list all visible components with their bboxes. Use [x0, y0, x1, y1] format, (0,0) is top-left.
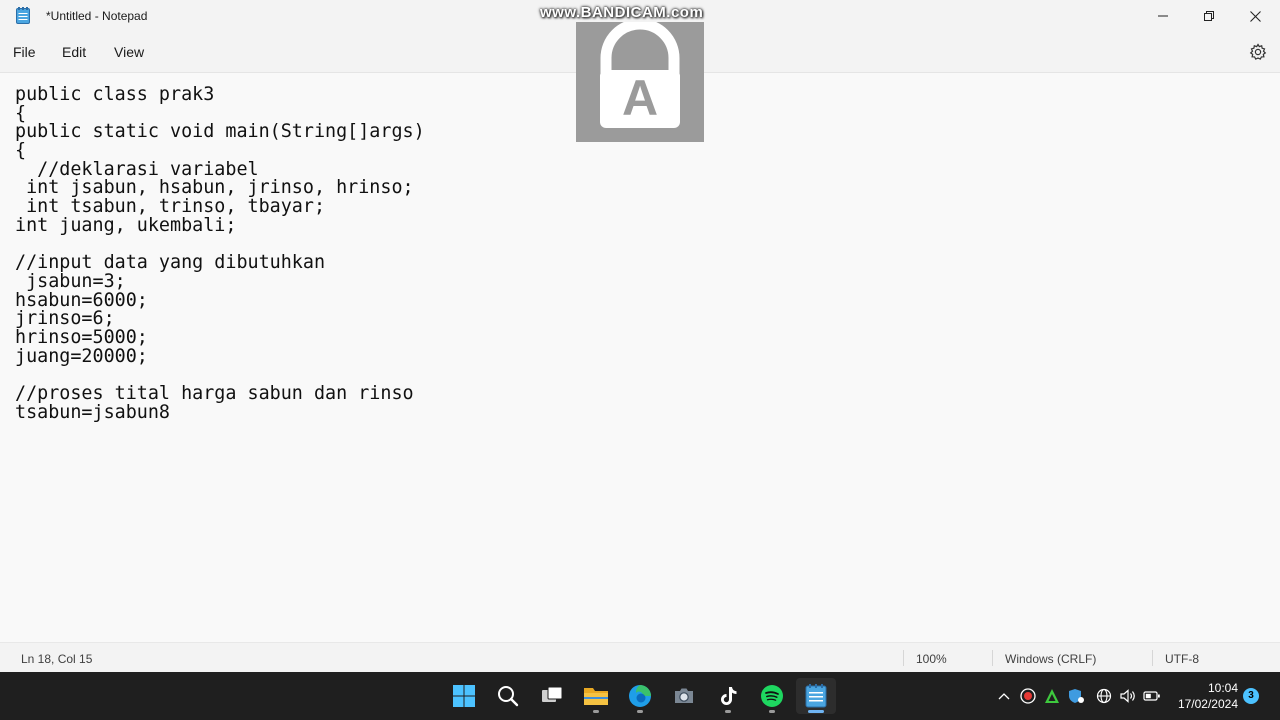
menu-file[interactable]: File	[13, 44, 36, 60]
start-button[interactable]	[444, 678, 484, 714]
editor-line: juang=20000;	[15, 345, 148, 367]
active-indicator	[808, 710, 824, 713]
camera-button[interactable]	[664, 678, 704, 714]
watermark-letter: A	[621, 70, 659, 126]
minimize-icon	[1158, 15, 1168, 17]
edge-button[interactable]	[620, 678, 660, 714]
status-divider	[903, 650, 904, 666]
clock[interactable]: 10:04 17/02/2024	[1178, 680, 1238, 712]
notification-badge[interactable]: 3	[1243, 688, 1259, 704]
record-icon	[1020, 688, 1036, 704]
clock-time: 10:04	[1207, 681, 1238, 695]
notepad-icon	[805, 684, 827, 708]
restore-button[interactable]	[1186, 0, 1232, 32]
close-button[interactable]	[1232, 0, 1278, 32]
menu-edit[interactable]: Edit	[62, 44, 86, 60]
recorder-watermark-text: www.BANDICAM.com	[540, 4, 704, 21]
notepad-app-icon	[16, 7, 30, 24]
recorder-watermark-logo: A	[576, 18, 704, 142]
window-title: *Untitled - Notepad	[46, 9, 148, 23]
cursor-position: Ln 18, Col 15	[21, 652, 93, 666]
editor-line: hrinso=5000;	[15, 326, 148, 348]
restore-icon	[1204, 11, 1214, 21]
network-tray-button[interactable]	[1094, 686, 1114, 706]
editor-line: jsabun=3;	[15, 270, 126, 292]
editor-line: int tsabun, trinso, tbayar;	[15, 196, 326, 218]
battery-icon	[1143, 691, 1160, 701]
record-tray-button[interactable]	[1018, 686, 1038, 706]
editor-line: tsabun=jsabun8	[15, 401, 171, 423]
show-hidden-icons-button[interactable]	[994, 686, 1014, 706]
volume-tray-button[interactable]	[1118, 686, 1138, 706]
editor-text[interactable]: public class prak3 {public static void ma…	[15, 84, 425, 423]
triangle-app-icon	[1045, 689, 1059, 703]
running-indicator	[637, 710, 643, 713]
notepad-taskbar-button[interactable]	[796, 678, 836, 714]
editor-line: //proses tital harga sabun dan rinso	[15, 383, 414, 404]
task-view-button[interactable]	[532, 678, 572, 714]
spotify-icon	[761, 685, 783, 707]
file-explorer-icon	[584, 688, 608, 705]
tiktok-button[interactable]	[708, 678, 748, 714]
line-ending[interactable]: Windows (CRLF)	[1005, 652, 1096, 666]
taskbar: 10:04 17/02/2024 3	[0, 672, 1280, 720]
nvidia-tray-button[interactable]	[1042, 686, 1062, 706]
chevron-up-icon	[998, 693, 1010, 700]
menu-view[interactable]: View	[114, 44, 144, 60]
battery-tray-button[interactable]	[1142, 686, 1162, 706]
running-indicator	[593, 710, 599, 713]
file-explorer-button[interactable]	[576, 678, 616, 714]
clock-date: 17/02/2024	[1177, 697, 1238, 711]
camera-icon	[675, 688, 693, 703]
encoding[interactable]: UTF-8	[1165, 652, 1199, 666]
editor-line: public class prak3	[15, 84, 215, 105]
running-indicator	[769, 710, 775, 713]
editor-line: int juang, ukembali;	[15, 214, 237, 236]
settings-gear-icon[interactable]	[1248, 42, 1268, 62]
shield-icon	[1069, 689, 1084, 703]
start-icon	[453, 685, 475, 707]
status-divider	[992, 650, 993, 666]
edge-icon	[629, 685, 651, 707]
zoom-level[interactable]: 100%	[916, 652, 947, 666]
tiktok-icon	[721, 687, 737, 705]
search-button[interactable]	[488, 678, 528, 714]
spotify-button[interactable]	[752, 678, 792, 714]
running-indicator	[725, 710, 731, 713]
search-icon	[498, 686, 519, 707]
editor-line: public static void main(String[]args)	[15, 121, 425, 143]
status-bar: Ln 18, Col 15 100% Windows (CRLF) UTF-8	[0, 642, 1280, 672]
speaker-icon	[1120, 689, 1135, 703]
status-divider	[1152, 650, 1153, 666]
globe-icon	[1096, 688, 1112, 704]
editor-line: {	[15, 140, 27, 162]
task-view-icon	[542, 686, 563, 702]
close-icon	[1249, 10, 1261, 22]
minimize-button[interactable]	[1140, 0, 1186, 32]
text-editor-area[interactable]: public class prak3 {public static void ma…	[0, 73, 1280, 641]
security-tray-button[interactable]	[1066, 686, 1086, 706]
